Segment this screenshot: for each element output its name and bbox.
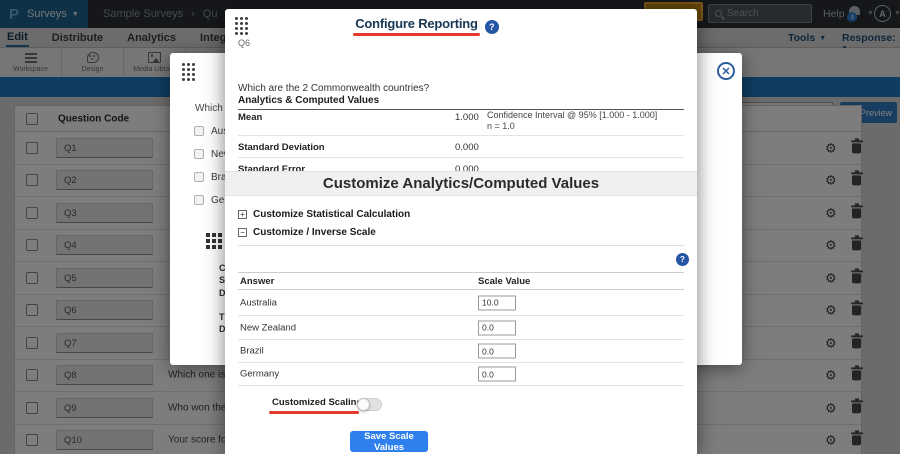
- section-customize-inverse-scale[interactable]: − Customize / Inverse Scale: [238, 227, 376, 238]
- scale-value-input[interactable]: [478, 344, 516, 359]
- question-code: Q6: [238, 38, 250, 48]
- scale-value-input[interactable]: [478, 295, 516, 310]
- customized-scaling-label: Customized Scaling: [272, 397, 362, 408]
- scale-value-column-header: Scale Value: [478, 276, 530, 287]
- confidence-interval: Confidence Interval @ 95% [1.000 - 1.000…: [487, 110, 657, 120]
- divider: [238, 245, 684, 246]
- question-text: Which are the 2 Commonwealth countries?: [238, 83, 429, 94]
- option-checkbox[interactable]: [194, 172, 204, 182]
- customize-banner: Customize Analytics/Computed Values: [225, 171, 697, 196]
- close-icon[interactable]: ✕: [717, 62, 735, 80]
- help-icon[interactable]: ?: [485, 20, 499, 34]
- option-checkbox[interactable]: [194, 149, 204, 159]
- section-customize-statistical-calculation[interactable]: + Customize Statistical Calculation: [238, 209, 410, 220]
- scale-row: Australia: [238, 290, 684, 316]
- scale-row: Brazil: [238, 340, 684, 363]
- clipped-label: T: [219, 312, 225, 322]
- customized-scaling-toggle[interactable]: [357, 398, 382, 411]
- questionpro-app: P Surveys ▼ Sample Surveys › Qu Search H…: [0, 0, 900, 454]
- sample-size: n = 1.0: [487, 121, 515, 131]
- help-icon[interactable]: ?: [676, 253, 689, 266]
- scale-row: Germany: [238, 363, 684, 386]
- configure-reporting-dialog: Configure Reporting? Q6 Which are the 2 …: [225, 9, 697, 454]
- red-annotation-underline: [269, 411, 359, 414]
- stat-row: Standard Deviation 0.000: [238, 136, 684, 158]
- minus-box-icon[interactable]: −: [238, 228, 247, 237]
- dialog-title: Configure Reporting: [355, 16, 478, 31]
- stat-row: Mean 1.000 Confidence Interval @ 95% [1.…: [238, 106, 684, 136]
- scale-value-input[interactable]: [478, 367, 516, 382]
- option-checkbox[interactable]: [194, 195, 204, 205]
- answer-column-header: Answer: [240, 276, 274, 287]
- scale-value-input[interactable]: [478, 320, 516, 335]
- plus-box-icon[interactable]: +: [238, 210, 247, 219]
- option-checkbox[interactable]: [194, 126, 204, 136]
- scale-row: New Zealand: [238, 316, 684, 340]
- drag-handle-icon[interactable]: [182, 63, 185, 66]
- save-scale-values-button[interactable]: Save Scale Values: [350, 431, 428, 452]
- scale-table-header: Answer Scale Value: [238, 272, 684, 290]
- toggle-knob: [357, 398, 370, 411]
- grid-view-icon[interactable]: [206, 233, 210, 237]
